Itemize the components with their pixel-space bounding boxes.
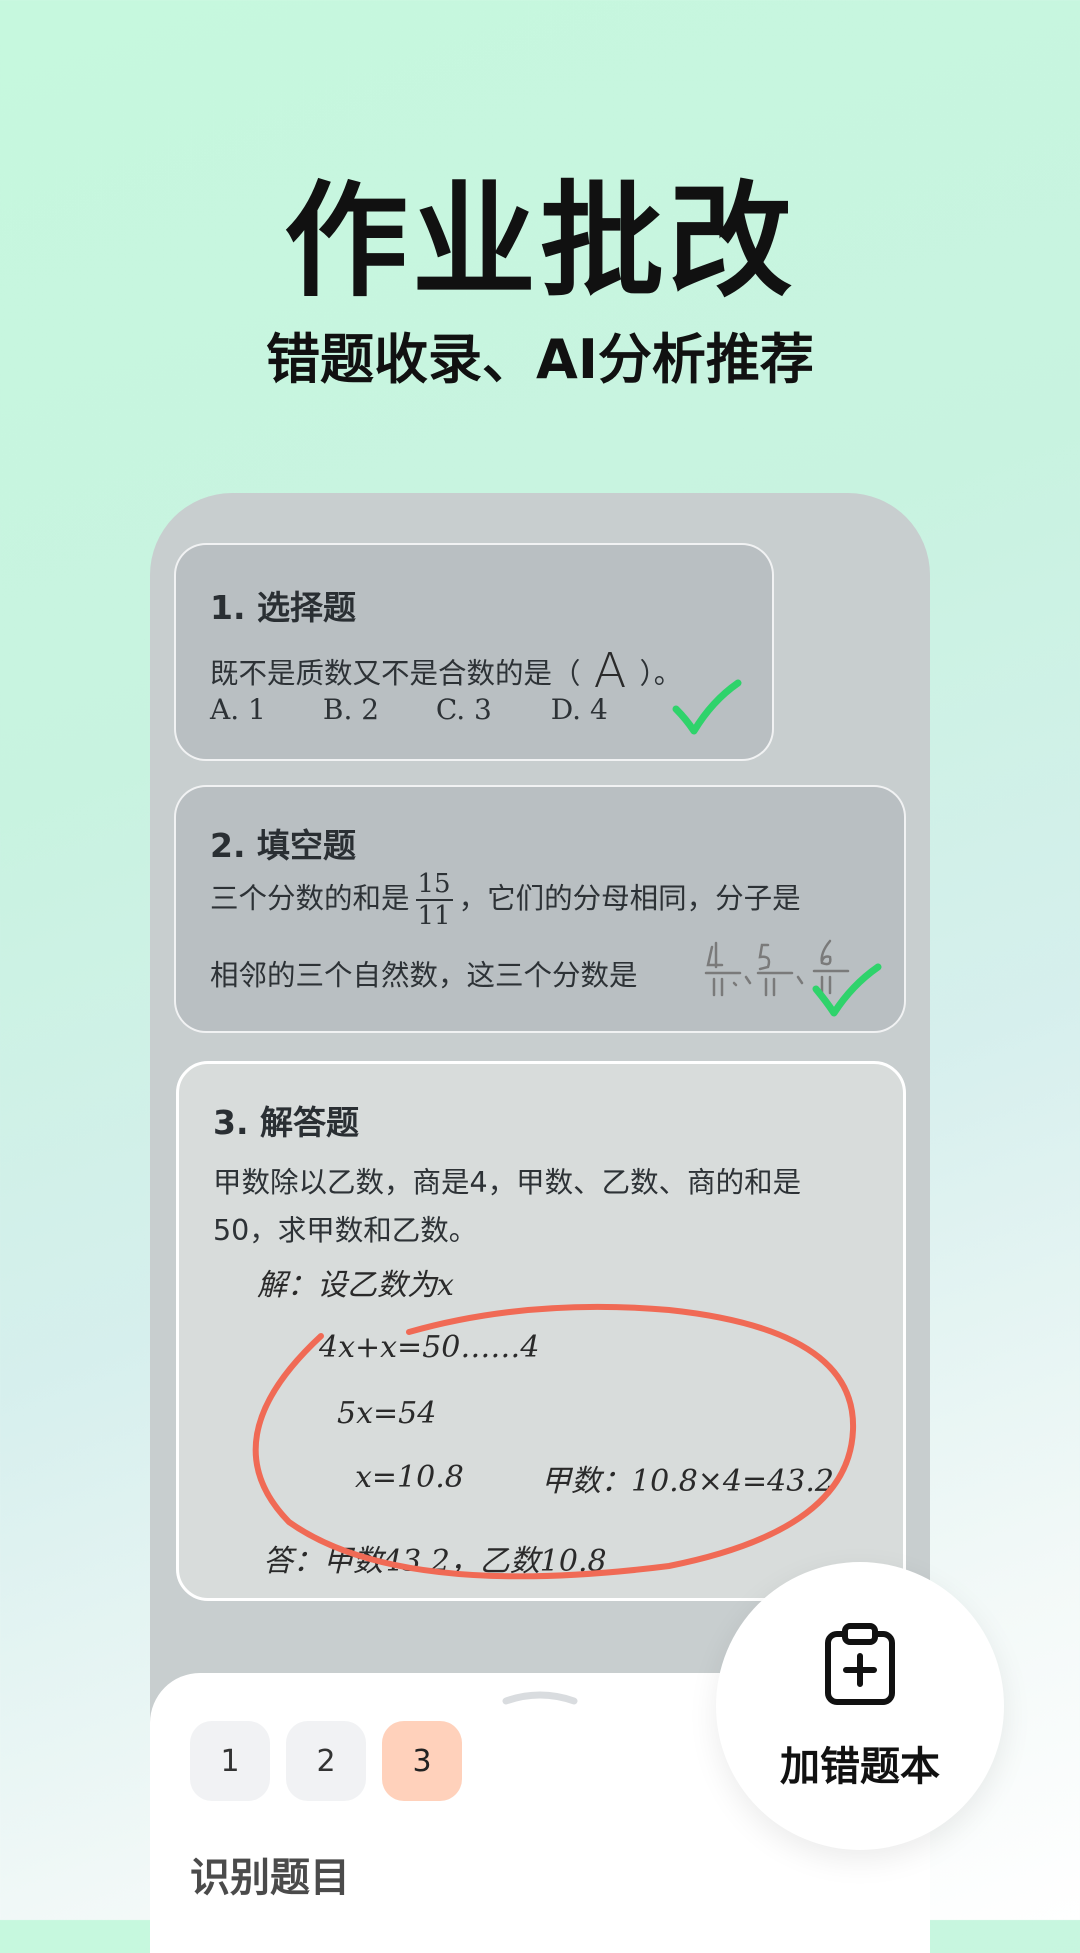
sheet-handle-icon[interactable] [500,1687,580,1705]
stem-part: ，它们的分母相同，分子是 [458,882,801,915]
question-title: 3. 解答题 [213,1103,359,1142]
option-d: D. 4 [550,693,608,726]
option-b: B. 2 [322,693,380,726]
option-a: A. 1 [210,693,266,726]
question-card-3[interactable]: 3. 解答题 甲数除以乙数，商是4，甲数、乙数、商的和是 50，求甲数和乙数。 … [176,1061,906,1601]
fraction: 15 11 [415,869,453,931]
question-stem-before: 既不是质数又不是合数的是（ [210,657,581,690]
page-button-1[interactable]: 1 [190,1721,270,1801]
section-label: 识别题目 [190,1855,350,1901]
hero-title: 作业批改 [283,170,796,314]
option-c: C. 3 [435,693,492,726]
question-text-line1: 三个分数的和是 15 11 ，它们的分母相同，分子是 [210,869,801,931]
clipboard-plus-icon [825,1623,895,1705]
page-button-2[interactable]: 2 [286,1721,366,1801]
fraction-denominator: 11 [417,901,451,931]
page-button-3[interactable]: 3 [382,1721,462,1801]
add-to-mistake-book-button[interactable]: 加错题本 [716,1562,1004,1850]
question-title: 1. 选择题 [210,588,356,627]
question-card-2[interactable]: 2. 填空题 三个分数的和是 15 11 ，它们的分母相同，分子是 相邻的三个自然数，… [174,785,906,1033]
question-text-line2: 相邻的三个自然数，这三个分数是 [210,959,638,992]
question-text-line1: 甲数除以乙数，商是4，甲数、乙数、商的和是 [213,1166,802,1199]
correct-check-icon [812,963,882,1017]
handwritten-answer: A [593,643,627,699]
error-circle-mark [252,1303,857,1580]
fraction-numerator: 15 [415,869,453,901]
question-card-1[interactable]: 1. 选择题 既不是质数又不是合数的是（ A ）。 A. 1 B. 2 C. 3… [174,543,774,761]
stem-part: 三个分数的和是 [210,882,410,915]
options-row: A. 1 B. 2 C. 3 D. 4 [210,693,608,726]
correct-check-icon [672,679,742,735]
question-title: 2. 填空题 [210,826,356,865]
question-text-line2: 50，求甲数和乙数。 [213,1214,478,1247]
fab-label: 加错题本 [780,1744,940,1790]
hero-subtitle: 错题收录、AI分析推荐 [266,328,814,391]
question-text: 既不是质数又不是合数的是（ A ）。 [210,639,682,699]
